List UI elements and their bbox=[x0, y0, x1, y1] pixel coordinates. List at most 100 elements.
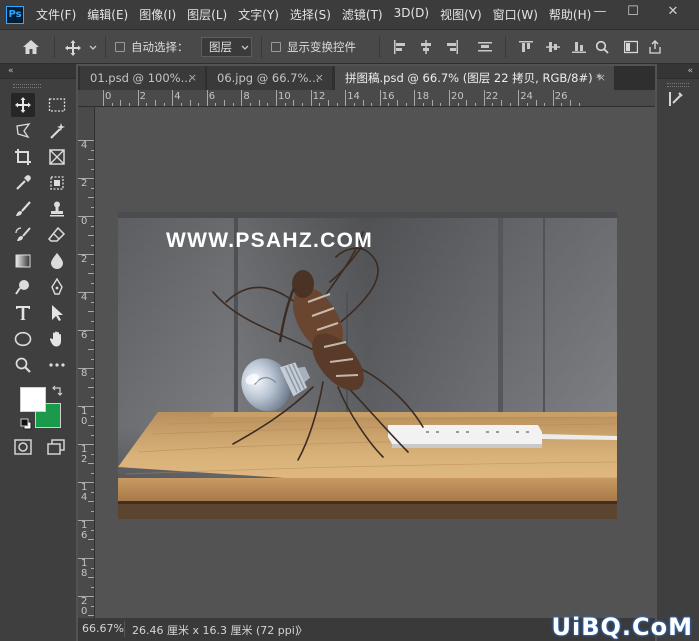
ruler-top-label: 10 bbox=[278, 91, 291, 102]
history-brush-tool[interactable] bbox=[11, 223, 35, 247]
collapse-left-panel[interactable]: « bbox=[0, 64, 76, 78]
ruler-top-label: 2 bbox=[139, 91, 146, 102]
align-left-icon[interactable] bbox=[393, 40, 407, 54]
close-button[interactable]: ✕ bbox=[658, 0, 688, 22]
document-info[interactable]: 26.46 厘米 x 16.3 厘米 (72 ppi) bbox=[132, 622, 299, 638]
ruler-top-label: 24 bbox=[520, 91, 533, 102]
menu-layer[interactable]: 图层(L) bbox=[187, 6, 227, 23]
menu-file[interactable]: 文件(F) bbox=[36, 6, 76, 23]
more-tools[interactable] bbox=[45, 353, 69, 377]
tab-pintugao-psd[interactable]: 拼图稿.psd @ 66.7% (图层 22 拷贝, RGB/8#) * × bbox=[335, 66, 614, 90]
lasso-tool[interactable] bbox=[11, 119, 35, 143]
move-tool-icon[interactable] bbox=[64, 39, 82, 57]
gradient-icon bbox=[15, 254, 31, 268]
align-top-icon[interactable] bbox=[519, 40, 533, 54]
menu-window[interactable]: 窗口(W) bbox=[493, 6, 538, 23]
tab-01-psd[interactable]: 01.psd @ 100%... × bbox=[80, 66, 205, 90]
drop-icon bbox=[51, 253, 63, 269]
home-icon[interactable] bbox=[22, 39, 40, 55]
tab-close-icon[interactable]: × bbox=[188, 66, 197, 90]
marquee-tool[interactable] bbox=[45, 93, 69, 117]
canvas-watermark-text: WWW.PSAHZ.COM bbox=[166, 229, 373, 252]
minimize-button[interactable]: — bbox=[585, 0, 615, 22]
menu-select[interactable]: 选择(S) bbox=[290, 6, 331, 23]
align-right-icon[interactable] bbox=[445, 40, 459, 54]
document-canvas[interactable]: WWW.PSAHZ.COM bbox=[118, 212, 617, 519]
align-middle-icon[interactable] bbox=[546, 40, 560, 54]
type-tool[interactable] bbox=[11, 301, 35, 325]
eyedropper-tool[interactable] bbox=[11, 171, 35, 195]
path-selection-tool[interactable] bbox=[45, 301, 69, 325]
maximize-button[interactable]: ☐ bbox=[618, 0, 648, 22]
tab-close-icon[interactable]: × bbox=[315, 66, 324, 90]
default-colors-icon[interactable] bbox=[20, 418, 32, 430]
layer-select-value: 图层 bbox=[209, 40, 232, 54]
eraser-tool[interactable] bbox=[45, 223, 69, 247]
align-center-h-icon[interactable] bbox=[419, 40, 433, 54]
blur-tool[interactable] bbox=[45, 249, 69, 273]
ruler-top-label: 16 bbox=[381, 91, 395, 102]
swap-colors-icon[interactable] bbox=[51, 385, 63, 397]
status-menu-arrow[interactable]: 〉 bbox=[297, 622, 308, 638]
tab-close-icon[interactable]: × bbox=[597, 66, 606, 90]
foreground-color-swatch[interactable] bbox=[20, 387, 46, 412]
ruler-top-label: 8 bbox=[243, 91, 250, 102]
zoom-icon bbox=[15, 357, 31, 373]
collapse-right-panel[interactable]: « bbox=[657, 64, 699, 78]
menu-type[interactable]: 文字(Y) bbox=[238, 6, 279, 23]
move-icon bbox=[15, 97, 31, 113]
ruler-left-label: 2 bbox=[81, 254, 88, 265]
brush-icon bbox=[16, 201, 31, 216]
gradient-tool[interactable] bbox=[11, 249, 35, 273]
distribute-vertical-icon[interactable] bbox=[478, 40, 492, 54]
eyedropper-icon bbox=[16, 175, 31, 190]
ruler-left-label: 4 bbox=[81, 140, 88, 151]
crop-tool[interactable] bbox=[11, 145, 35, 169]
screen-mode-icon[interactable] bbox=[47, 439, 65, 455]
menu-image[interactable]: 图像(I) bbox=[139, 6, 176, 23]
frame-tool[interactable] bbox=[45, 145, 69, 169]
workspace-icon[interactable] bbox=[624, 40, 638, 54]
horizontal-ruler[interactable]: 0 2 4 6 8 10 12 14 16 18 20 22 24 26 bbox=[78, 90, 655, 107]
photoshop-logo[interactable]: Ps bbox=[6, 5, 24, 24]
vertical-ruler[interactable]: 4 2 0 2 4 6 8 1 0 1 2 1 4 1 6 1 8 2 0 bbox=[78, 107, 95, 618]
composite-image: WWW.PSAHZ.COM bbox=[118, 212, 617, 519]
layer-select-dropdown[interactable]: 图层 bbox=[201, 37, 252, 57]
history-panel-icon[interactable] bbox=[667, 90, 685, 108]
chevron-down-icon[interactable] bbox=[89, 45, 97, 51]
object-selection-tool[interactable] bbox=[45, 171, 69, 195]
align-bottom-icon[interactable] bbox=[572, 40, 586, 54]
auto-select-checkbox[interactable] bbox=[115, 42, 125, 52]
share-icon[interactable] bbox=[648, 40, 662, 54]
pen-tool[interactable] bbox=[45, 275, 69, 299]
search-icon[interactable] bbox=[595, 40, 609, 54]
tab-06-jpg[interactable]: 06.jpg @ 66.7%... × bbox=[207, 66, 332, 90]
zoom-level[interactable]: 66.67% bbox=[82, 622, 124, 635]
menu-3d[interactable]: 3D(D) bbox=[394, 6, 429, 23]
menu-filter[interactable]: 滤镜(T) bbox=[342, 6, 383, 23]
show-transform-checkbox[interactable] bbox=[271, 42, 281, 52]
ruler-left-label: 1 4 bbox=[81, 482, 88, 503]
ellipse-icon bbox=[14, 331, 32, 347]
show-transform-label: 显示变换控件 bbox=[287, 40, 356, 54]
brush-tool[interactable] bbox=[11, 197, 35, 221]
chevron-down-icon bbox=[241, 45, 249, 50]
menu-edit[interactable]: 编辑(E) bbox=[87, 6, 128, 23]
lasso-icon bbox=[16, 123, 31, 139]
dodge-tool[interactable] bbox=[11, 275, 35, 299]
ruler-left-label: 8 bbox=[81, 368, 88, 379]
stamp-tool[interactable] bbox=[45, 197, 69, 221]
ruler-top-label: 18 bbox=[416, 91, 430, 102]
zoom-tool[interactable] bbox=[11, 353, 35, 377]
magic-wand-tool[interactable] bbox=[45, 119, 69, 143]
quick-mask-icon[interactable] bbox=[14, 439, 32, 455]
history-brush-icon bbox=[15, 227, 31, 241]
move-tool[interactable] bbox=[11, 93, 35, 117]
ruler-top-label: 22 bbox=[485, 91, 499, 102]
magic-wand-icon bbox=[50, 123, 65, 139]
ruler-left-label: 1 6 bbox=[81, 520, 88, 541]
object-select-icon bbox=[50, 176, 64, 190]
ellipse-tool[interactable] bbox=[11, 327, 35, 351]
hand-tool[interactable] bbox=[45, 327, 69, 351]
menu-view[interactable]: 视图(V) bbox=[440, 6, 482, 23]
